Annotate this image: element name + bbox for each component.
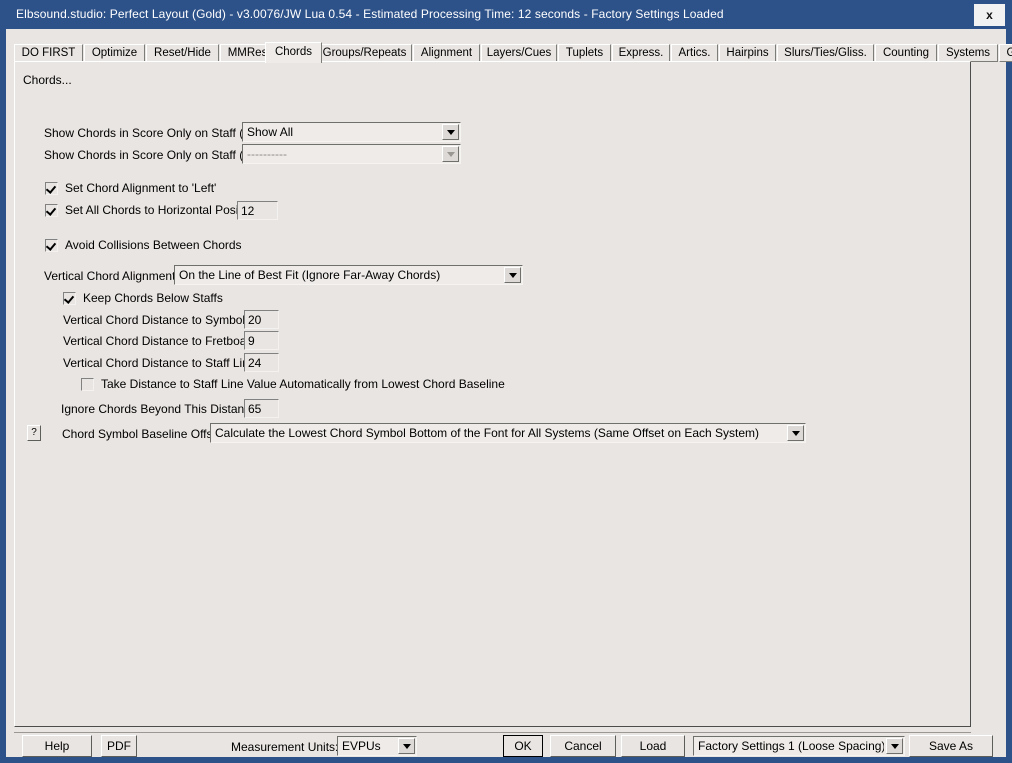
- tab-reset-hide[interactable]: Reset/Hide: [146, 44, 219, 62]
- avoid-collisions-checkbox[interactable]: [45, 238, 58, 252]
- take-distance-auto-checkbox[interactable]: [81, 377, 94, 391]
- set-chord-alignment-left-label: Set Chord Alignment to 'Left': [65, 181, 217, 195]
- tab-do-first[interactable]: DO FIRST: [14, 44, 83, 62]
- tab-groups-repeats[interactable]: Groups/Repeats: [317, 44, 412, 62]
- label-distance-to-staff-line: Vertical Chord Distance to Staff Line:: [63, 356, 259, 370]
- keep-chords-below-staffs-checkbox[interactable]: [63, 291, 76, 305]
- chevron-down-icon[interactable]: [442, 146, 459, 162]
- horizontal-position-input[interactable]: [237, 201, 278, 220]
- chevron-down-icon[interactable]: [787, 425, 804, 441]
- vertical-chord-alignment-dropdown[interactable]: On the Line of Best Fit (Ignore Far-Away…: [174, 265, 523, 285]
- window-title: Elbsound.studio: Perfect Layout (Gold) -…: [16, 7, 724, 21]
- show-staff-1-dropdown[interactable]: Show All: [242, 122, 461, 142]
- chevron-down-icon[interactable]: [442, 124, 459, 140]
- title-bar: Elbsound.studio: Perfect Layout (Gold) -…: [0, 0, 1012, 29]
- chevron-down-icon[interactable]: [398, 738, 415, 754]
- tab-artics[interactable]: Artics.: [671, 44, 718, 62]
- tab-tuplets[interactable]: Tuplets: [558, 44, 611, 62]
- baseline-offset-value: Calculate the Lowest Chord Symbol Bottom…: [215, 426, 760, 440]
- tab-page-chords: Chords... Show Chords in Score Only on S…: [14, 61, 971, 727]
- tab-slurs-ties-gliss[interactable]: Slurs/Ties/Gliss.: [777, 44, 874, 62]
- group-title-chords: Chords...: [23, 73, 72, 87]
- label-show-staff-2: Show Chords in Score Only on Staff (2):: [44, 148, 258, 162]
- set-all-chords-horizontal-label: Set All Chords to Horizontal Position: [65, 203, 258, 217]
- save-as-button[interactable]: Save As: [909, 735, 993, 757]
- set-chord-alignment-left-checkbox[interactable]: [45, 181, 58, 195]
- label-vertical-chord-alignment: Vertical Chord Alignment:: [44, 269, 179, 283]
- help-question-icon[interactable]: ?: [27, 425, 41, 441]
- pdf-button[interactable]: PDF: [101, 735, 137, 757]
- close-icon[interactable]: x: [974, 4, 1005, 26]
- distance-to-fretboard-input[interactable]: [244, 331, 279, 350]
- label-show-staff-1: Show Chords in Score Only on Staff (1):: [44, 126, 258, 140]
- tab-strip: DO FIRST Optimize Reset/Hide MMRests Chords G…: [14, 42, 1012, 63]
- measurement-units-dropdown[interactable]: EVPUs: [337, 736, 417, 756]
- tab-express[interactable]: Express.: [612, 44, 670, 62]
- footer-bar: Help PDF Measurement Units: EVPUs OK Can…: [6, 727, 1006, 757]
- tab-hairpins[interactable]: Hairpins: [719, 44, 776, 62]
- measurement-units-value: EVPUs: [342, 739, 381, 753]
- vertical-chord-alignment-value: On the Line of Best Fit (Ignore Far-Away…: [179, 268, 441, 282]
- distance-to-symbols-input[interactable]: [244, 310, 279, 329]
- tab-systems[interactable]: Systems: [938, 44, 998, 62]
- chevron-down-icon[interactable]: [504, 267, 521, 283]
- show-staff-1-value: Show All: [247, 125, 294, 139]
- load-button[interactable]: Load: [621, 735, 685, 757]
- set-chord-alignment-left-row[interactable]: Set Chord Alignment to 'Left': [45, 181, 216, 195]
- avoid-collisions-label: Avoid Collisions Between Chords: [65, 238, 242, 252]
- ignore-beyond-distance-input[interactable]: [244, 399, 279, 418]
- avoid-collisions-row[interactable]: Avoid Collisions Between Chords: [45, 238, 242, 252]
- set-all-chords-horizontal-row[interactable]: Set All Chords to Horizontal Position: [45, 203, 258, 217]
- cancel-button[interactable]: Cancel: [550, 735, 616, 757]
- chevron-down-icon[interactable]: [886, 738, 903, 754]
- keep-chords-below-staffs-row[interactable]: Keep Chords Below Staffs: [63, 291, 223, 305]
- label-distance-to-fretboard: Vertical Chord Distance to Fretboard:: [63, 334, 261, 348]
- settings-preset-dropdown[interactable]: Factory Settings 1 (Loose Spacing): [693, 736, 905, 756]
- take-distance-auto-label: Take Distance to Staff Line Value Automa…: [101, 377, 505, 391]
- application-window: Elbsound.studio: Perfect Layout (Gold) -…: [0, 0, 1012, 763]
- tab-general[interactable]: General: [999, 44, 1012, 62]
- tab-counting[interactable]: Counting: [875, 44, 937, 62]
- label-measurement-units: Measurement Units:: [231, 740, 339, 754]
- set-all-chords-horizontal-checkbox[interactable]: [45, 203, 58, 217]
- keep-chords-below-staffs-label: Keep Chords Below Staffs: [83, 291, 223, 305]
- baseline-offset-dropdown[interactable]: Calculate the Lowest Chord Symbol Bottom…: [210, 423, 806, 443]
- tab-chords[interactable]: Chords: [265, 42, 322, 63]
- tab-alignment[interactable]: Alignment: [413, 44, 480, 62]
- label-distance-to-symbols: Vertical Chord Distance to Symbols:: [63, 313, 255, 327]
- take-distance-auto-row[interactable]: Take Distance to Staff Line Value Automa…: [81, 377, 505, 391]
- tab-optimize[interactable]: Optimize: [84, 44, 145, 62]
- help-button[interactable]: Help: [22, 735, 92, 757]
- distance-to-staff-line-input[interactable]: [244, 353, 279, 372]
- settings-preset-value: Factory Settings 1 (Loose Spacing): [698, 739, 884, 753]
- client-area: DO FIRST Optimize Reset/Hide MMRests Chords G…: [6, 29, 1012, 757]
- tab-layers-cues[interactable]: Layers/Cues: [481, 44, 557, 62]
- label-baseline-offset: Chord Symbol Baseline Offset:: [62, 427, 226, 441]
- label-ignore-beyond-distance: Ignore Chords Beyond This Distance:: [61, 402, 261, 416]
- show-staff-2-value: ----------: [247, 147, 287, 161]
- ok-button[interactable]: OK: [503, 735, 543, 757]
- show-staff-2-dropdown[interactable]: ----------: [242, 144, 461, 164]
